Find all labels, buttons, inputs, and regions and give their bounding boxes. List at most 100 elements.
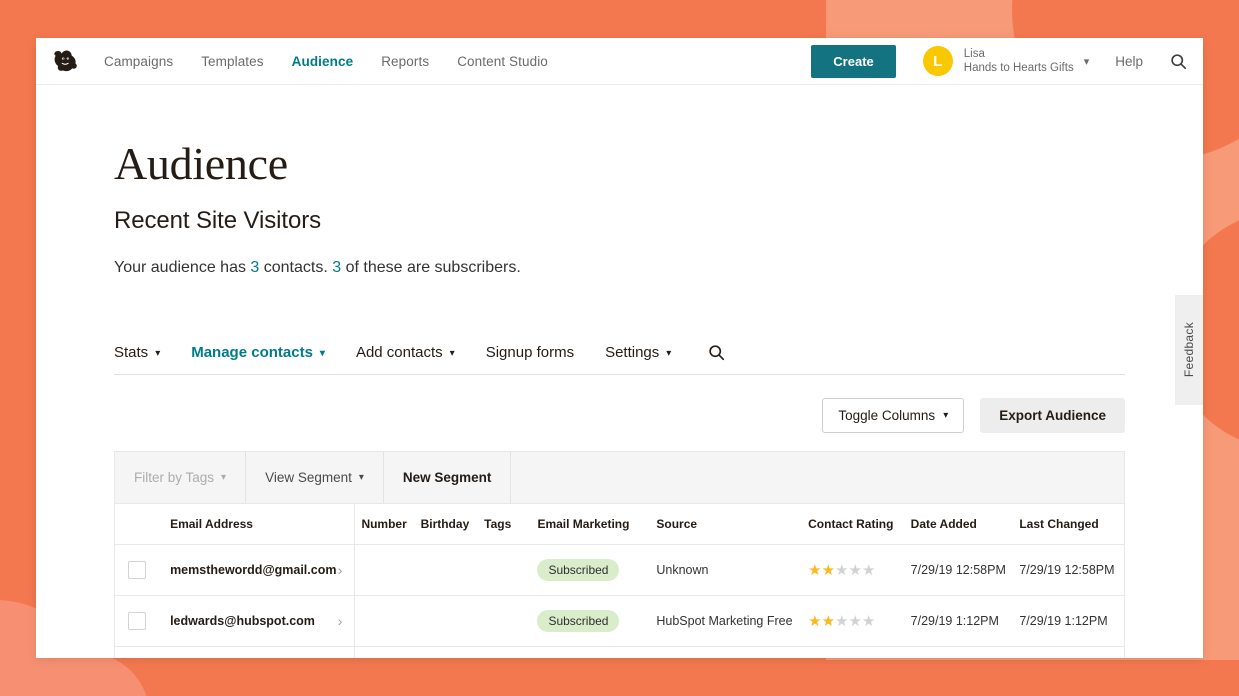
segment-filter-bar: Filter by Tags ▾ View Segment ▾ New Segm… bbox=[115, 452, 1124, 504]
export-audience-button[interactable]: Export Audience bbox=[980, 398, 1125, 433]
table-row: memsthewordd@gmail.com › Subscribed Unkn… bbox=[115, 545, 1124, 596]
tab-signup-forms-label: Signup forms bbox=[486, 344, 574, 361]
nav-link-reports[interactable]: Reports bbox=[381, 54, 429, 69]
audience-name-subtitle: Recent Site Visitors bbox=[114, 207, 1203, 235]
view-segment-label: View Segment bbox=[265, 470, 352, 485]
chevron-down-icon: ▾ bbox=[221, 472, 226, 483]
contacts-table: Email Address Number Birthday Tags Email… bbox=[115, 504, 1124, 658]
background-bottom-band bbox=[0, 660, 1239, 696]
column-header-date-added[interactable]: Date Added bbox=[911, 504, 1020, 545]
chevron-down-icon: ▾ bbox=[320, 348, 325, 359]
column-header-tags[interactable]: Tags bbox=[484, 504, 537, 545]
row-checkbox-cell bbox=[115, 596, 158, 647]
toggle-columns-label: Toggle Columns bbox=[838, 408, 935, 423]
summary-prefix: Your audience has bbox=[114, 259, 250, 276]
avatar[interactable]: L bbox=[923, 46, 953, 76]
tab-stats[interactable]: Stats ▾ bbox=[114, 344, 160, 361]
tab-signup-forms[interactable]: Signup forms bbox=[486, 344, 574, 361]
search-icon[interactable] bbox=[1170, 53, 1187, 70]
chevron-down-icon[interactable]: ▾ bbox=[1084, 55, 1090, 68]
summary-contacts-count[interactable]: 3 bbox=[250, 259, 259, 276]
chevron-down-icon: ▾ bbox=[155, 348, 160, 359]
contact-email[interactable]: memsthewordd@gmail.com bbox=[170, 563, 336, 577]
row-birthday-cell bbox=[421, 596, 485, 647]
create-button[interactable]: Create bbox=[811, 45, 895, 78]
new-segment-label: New Segment bbox=[403, 470, 492, 485]
account-info: Lisa Hands to Hearts Gifts bbox=[964, 47, 1074, 76]
nav-link-campaigns[interactable]: Campaigns bbox=[104, 54, 173, 69]
row-number-cell bbox=[355, 545, 421, 596]
tab-settings[interactable]: Settings ▾ bbox=[605, 344, 671, 361]
column-header-source[interactable]: Source bbox=[656, 504, 808, 545]
tab-add-contacts[interactable]: Add contacts ▾ bbox=[356, 344, 455, 361]
mailchimp-freddie-logo-icon[interactable] bbox=[50, 45, 82, 77]
column-header-last-changed[interactable]: Last Changed bbox=[1019, 504, 1124, 545]
row-last-changed-cell: 7/29/19 1:12PM bbox=[1019, 596, 1124, 647]
account-organization: Hands to Hearts Gifts bbox=[964, 61, 1074, 75]
column-header-email-marketing[interactable]: Email Marketing bbox=[537, 504, 656, 545]
column-header-number[interactable]: Number bbox=[355, 504, 421, 545]
contact-email[interactable]: ledwards@hubspot.com bbox=[170, 614, 315, 628]
row-last-changed-cell: 7/29/19 12:58PM bbox=[1019, 545, 1124, 596]
chevron-down-icon: ▾ bbox=[450, 348, 455, 359]
chevron-right-icon[interactable]: › bbox=[338, 562, 343, 578]
search-icon[interactable] bbox=[708, 344, 725, 361]
contacts-table-container: Filter by Tags ▾ View Segment ▾ New Segm… bbox=[114, 451, 1125, 658]
summary-subscribers-count[interactable]: 3 bbox=[332, 259, 341, 276]
filter-bar-spacer bbox=[511, 452, 1124, 503]
help-link[interactable]: Help bbox=[1115, 54, 1143, 69]
tab-add-contacts-label: Add contacts bbox=[356, 344, 443, 361]
row-rating-cell[interactable]: ★★★★★ bbox=[808, 647, 911, 659]
app-window: Campaigns Templates Audience Reports Con… bbox=[36, 38, 1203, 658]
feedback-tab[interactable]: Feedback bbox=[1175, 295, 1203, 405]
feedback-label: Feedback bbox=[1182, 322, 1196, 377]
chevron-down-icon: ▾ bbox=[359, 472, 364, 483]
table-row: ledwards@hubspot.com › Subscribed HubSpo… bbox=[115, 596, 1124, 647]
view-segment-dropdown[interactable]: View Segment ▾ bbox=[246, 452, 384, 503]
primary-nav-links: Campaigns Templates Audience Reports Con… bbox=[104, 54, 548, 69]
contact-rating-stars: ★★★★★ bbox=[808, 613, 875, 630]
top-navigation-bar: Campaigns Templates Audience Reports Con… bbox=[36, 38, 1203, 85]
row-email-marketing-cell: Subscribed bbox=[537, 647, 656, 659]
row-source-cell: HubSpot Marketing Free bbox=[656, 596, 808, 647]
row-rating-cell[interactable]: ★★★★★ bbox=[808, 596, 911, 647]
row-number-cell bbox=[355, 596, 421, 647]
row-last-changed-cell: 7/29/19 1:13PM bbox=[1019, 647, 1124, 659]
nav-link-templates[interactable]: Templates bbox=[201, 54, 263, 69]
nav-link-audience[interactable]: Audience bbox=[292, 54, 354, 69]
column-header-birthday[interactable]: Birthday bbox=[421, 504, 485, 545]
row-checkbox-cell bbox=[115, 647, 158, 659]
tab-manage-contacts[interactable]: Manage contacts ▾ bbox=[191, 344, 325, 361]
nav-link-content-studio[interactable]: Content Studio bbox=[457, 54, 548, 69]
top-navigation-right: Create L Lisa Hands to Hearts Gifts ▾ He… bbox=[811, 45, 1203, 78]
toggle-columns-button[interactable]: Toggle Columns ▾ bbox=[822, 398, 964, 433]
row-checkbox[interactable] bbox=[128, 561, 146, 579]
column-header-email-address[interactable]: Email Address bbox=[158, 504, 355, 545]
row-checkbox-cell bbox=[115, 545, 158, 596]
row-email-cell: memsthewordd@gmail.com › bbox=[158, 545, 355, 596]
audience-summary: Your audience has 3 contacts. 3 of these… bbox=[114, 259, 1203, 277]
row-date-added-cell: 7/29/19 1:13PM bbox=[911, 647, 1020, 659]
contact-rating-stars: ★★★★★ bbox=[808, 562, 875, 579]
filter-by-tags-label: Filter by Tags bbox=[134, 470, 214, 485]
table-header-row: Email Address Number Birthday Tags Email… bbox=[115, 504, 1124, 545]
row-date-added-cell: 7/29/19 1:12PM bbox=[911, 596, 1020, 647]
row-email-marketing-cell: Subscribed bbox=[537, 596, 656, 647]
column-header-contact-rating[interactable]: Contact Rating bbox=[808, 504, 911, 545]
row-email-cell: ledwards@hubspot.com › bbox=[158, 596, 355, 647]
main-content: Audience Recent Site Visitors Your audie… bbox=[36, 85, 1203, 658]
row-checkbox[interactable] bbox=[128, 612, 146, 630]
row-birthday-cell bbox=[421, 647, 485, 659]
tab-stats-label: Stats bbox=[114, 344, 148, 361]
tab-manage-contacts-label: Manage contacts bbox=[191, 344, 313, 361]
status-badge: Subscribed bbox=[537, 559, 619, 581]
filter-by-tags-dropdown[interactable]: Filter by Tags ▾ bbox=[115, 452, 246, 503]
new-segment-button[interactable]: New Segment bbox=[384, 452, 512, 503]
row-rating-cell[interactable]: ★★★★★ bbox=[808, 545, 911, 596]
row-tags-cell bbox=[484, 647, 537, 659]
chevron-right-icon[interactable]: › bbox=[338, 613, 343, 629]
table-row: bhill@gmail.com › Subscribed HubSpot Mar… bbox=[115, 647, 1124, 659]
summary-middle: contacts. bbox=[259, 259, 332, 276]
row-source-cell: Unknown bbox=[656, 545, 808, 596]
row-tags-cell bbox=[484, 545, 537, 596]
